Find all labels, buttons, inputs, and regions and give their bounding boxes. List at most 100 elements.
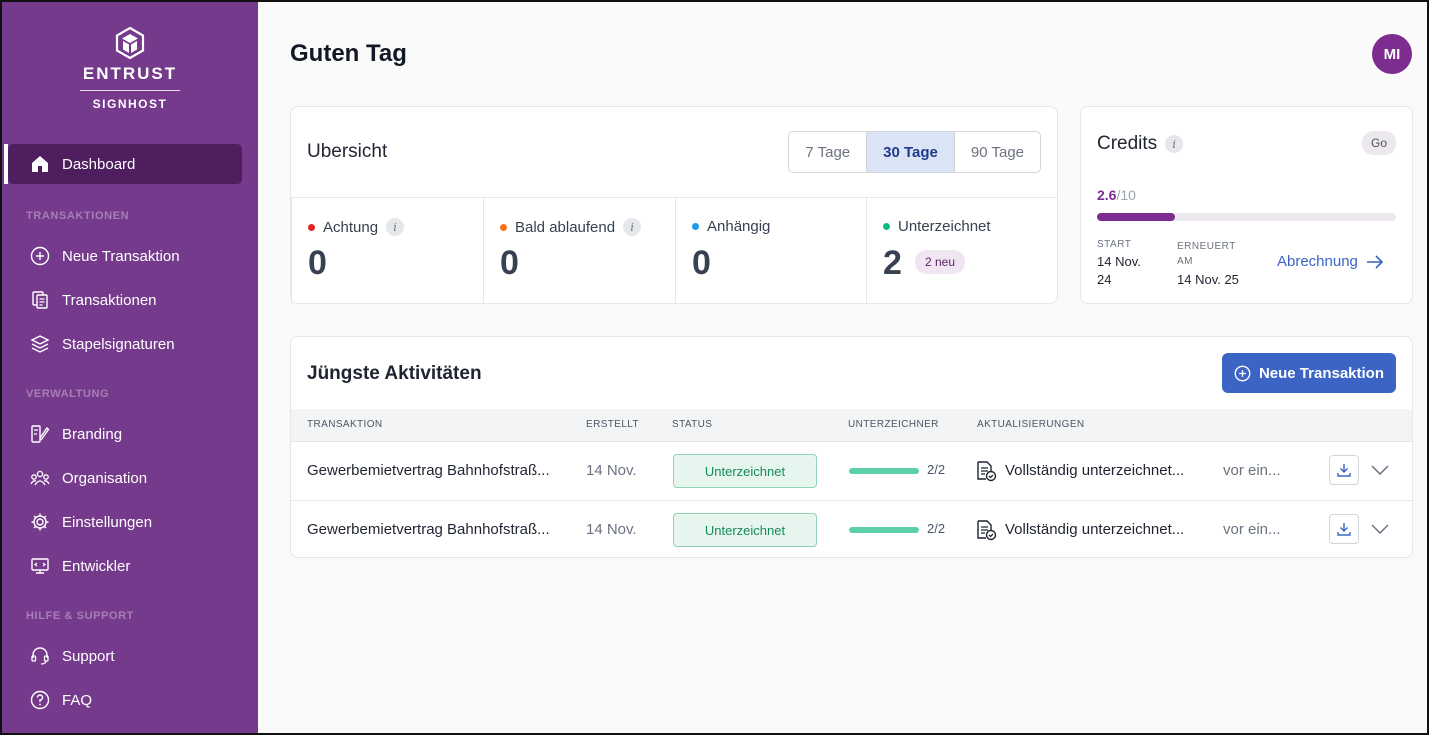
column-header[interactable]: UNTERZEICHNER: [848, 419, 939, 430]
sidebar-item-support[interactable]: Support: [8, 636, 242, 676]
created-date: 14 Nov.: [586, 462, 637, 479]
credits-total: /10: [1116, 187, 1136, 203]
sidebar-item-developer[interactable]: Entwickler: [8, 546, 242, 586]
layers-icon: [30, 334, 50, 354]
transaction-name[interactable]: Gewerbemietvertrag Bahnhofstraß...: [307, 521, 550, 538]
column-header[interactable]: AKTUALISIERUNGEN: [977, 419, 1085, 430]
overview-title: Ubersicht: [307, 141, 388, 162]
section-transactions: TRANSAKTIONEN: [26, 210, 130, 222]
question-icon: [30, 690, 50, 710]
credits-progress-fill: [1097, 213, 1175, 221]
column-header[interactable]: ERSTELLT: [586, 419, 639, 430]
signers-count: 2/2: [927, 521, 946, 536]
renewed-date: 14 Nov. 25: [1177, 272, 1239, 287]
sidebar-item-faq[interactable]: FAQ: [8, 680, 242, 720]
overview-card: Ubersicht 7 Tage 30 Tage 90 Tage Achtung…: [290, 106, 1058, 304]
go-button[interactable]: Go: [1361, 131, 1396, 155]
status-badge: Unterzeichnet: [673, 513, 817, 547]
avatar[interactable]: MI: [1372, 34, 1412, 74]
range-7-days[interactable]: 7 Tage: [789, 132, 866, 172]
new-transaction-label: Neue Transaktion: [1258, 364, 1384, 382]
stat-value: 2: [883, 244, 902, 282]
sidebar-item-transactions[interactable]: Transaktionen: [8, 280, 242, 320]
sidebar-item-batch-signatures[interactable]: Stapelsignaturen: [8, 324, 242, 364]
credits-used: 2.6: [1097, 187, 1117, 203]
brand-logo[interactable]: ENTRUST SIGNHOST: [2, 26, 258, 111]
sidebar-item-label: Transaktionen: [62, 291, 157, 309]
sidebar-item-settings[interactable]: Einstellungen: [8, 502, 242, 542]
sidebar-item-branding[interactable]: Branding: [8, 414, 242, 454]
sidebar-item-organisation[interactable]: Organisation: [8, 458, 242, 498]
sidebar-item-label: FAQ: [62, 691, 93, 709]
main-content: Guten Tag MI Ubersicht 7 Tage 30 Tage 90…: [258, 2, 1427, 733]
sidebar-item-new-transaction[interactable]: Neue Transaktion: [8, 236, 242, 276]
download-icon: [1337, 464, 1351, 477]
sidebar-item-label: Stapelsignaturen: [62, 335, 175, 353]
billing-link[interactable]: Abrechnung: [1277, 253, 1384, 270]
sidebar-item-dashboard[interactable]: Dashboard: [4, 144, 242, 184]
column-header[interactable]: STATUS: [672, 419, 712, 430]
transaction-name[interactable]: Gewerbemietvertrag Bahnhofstraß...: [307, 462, 550, 479]
stat-expiring-soon[interactable]: Bald ablaufend i 0: [483, 198, 675, 304]
signers-progress: [849, 527, 919, 533]
sidebar-item-label: Neue Transaktion: [62, 247, 180, 265]
column-header[interactable]: TRANSAKTION: [307, 419, 383, 430]
table-row[interactable]: Gewerbemietvertrag Bahnhofstraß... 14 No…: [291, 441, 1412, 499]
update-text: Vollständig unterzeichnet...: [1005, 462, 1185, 479]
stat-signed[interactable]: Unterzeichnet 2 2 neu: [866, 198, 1058, 304]
sidebar-item-label: Branding: [62, 425, 123, 443]
expand-button[interactable]: [1369, 518, 1391, 540]
credits-title: Credits i: [1097, 133, 1184, 155]
stat-label-text: Achtung: [323, 218, 379, 236]
developer-icon: [30, 556, 50, 576]
section-help: HILFE & SUPPORT: [26, 610, 135, 622]
billing-link-label: Abrechnung: [1277, 253, 1358, 270]
stat-value: 0: [500, 244, 519, 282]
brand-name: ENTRUST: [82, 64, 178, 83]
app-window: ENTRUST SIGNHOST Dashboard TRANSAKTIONEN…: [0, 0, 1429, 735]
sidebar-item-label: Dashboard: [62, 155, 136, 173]
stat-attention[interactable]: Achtung i 0: [291, 198, 483, 304]
info-icon[interactable]: i: [386, 218, 405, 236]
section-management: VERWALTUNG: [26, 388, 110, 400]
status-badge: Unterzeichnet: [673, 454, 817, 488]
range-90-days[interactable]: 90 Tage: [953, 132, 1040, 172]
stat-label: Bald ablaufend i: [500, 218, 642, 236]
info-icon[interactable]: i: [1165, 135, 1184, 153]
document-check-icon: [975, 519, 997, 545]
credits-progress: [1097, 213, 1396, 221]
plus-circle-icon: [1234, 365, 1251, 381]
range-30-days[interactable]: 30 Tage: [866, 132, 954, 172]
sidebar-item-label: Support: [62, 647, 115, 665]
recent-activity-card: Jüngste Aktivitäten Neue Transaktion TRA…: [290, 336, 1413, 558]
renewed-label-line1: ERNEUERT: [1177, 241, 1236, 252]
start-date-line1: 14 Nov.: [1097, 254, 1141, 269]
download-button[interactable]: [1329, 455, 1359, 485]
credits-title-text: Credits: [1097, 133, 1158, 154]
chevron-down-icon: [1371, 524, 1389, 534]
page-title: Guten Tag: [290, 40, 407, 67]
renewed-label-line2: AM: [1177, 256, 1193, 267]
stat-value: 0: [692, 244, 711, 282]
stat-pending[interactable]: Anhängig 0: [675, 198, 867, 304]
created-date: 14 Nov.: [586, 521, 637, 538]
entrust-logo-icon: [115, 26, 145, 60]
expand-button[interactable]: [1369, 459, 1391, 481]
status-dot: [500, 223, 507, 231]
arrow-right-icon: [1366, 254, 1384, 269]
credits-card: Credits i Go 2.6/10 START 14 Nov. 24 ERN…: [1080, 106, 1413, 304]
brand-product: SIGNHOST: [92, 97, 168, 111]
activity-title: Jüngste Aktivitäten: [307, 363, 482, 384]
signers-count: 2/2: [927, 462, 946, 477]
new-transaction-button[interactable]: Neue Transaktion: [1221, 353, 1396, 393]
document-check-icon: [975, 460, 997, 486]
status-dot: [692, 223, 699, 230]
table-row[interactable]: Gewerbemietvertrag Bahnhofstraß... 14 No…: [291, 500, 1412, 558]
chevron-down-icon: [1371, 465, 1389, 475]
stat-label: Anhängig: [692, 218, 770, 235]
download-button[interactable]: [1329, 514, 1359, 544]
branding-icon: [30, 424, 50, 444]
status-dot: [883, 223, 890, 230]
stat-label-text: Bald ablaufend: [515, 218, 616, 236]
info-icon[interactable]: i: [623, 218, 642, 236]
